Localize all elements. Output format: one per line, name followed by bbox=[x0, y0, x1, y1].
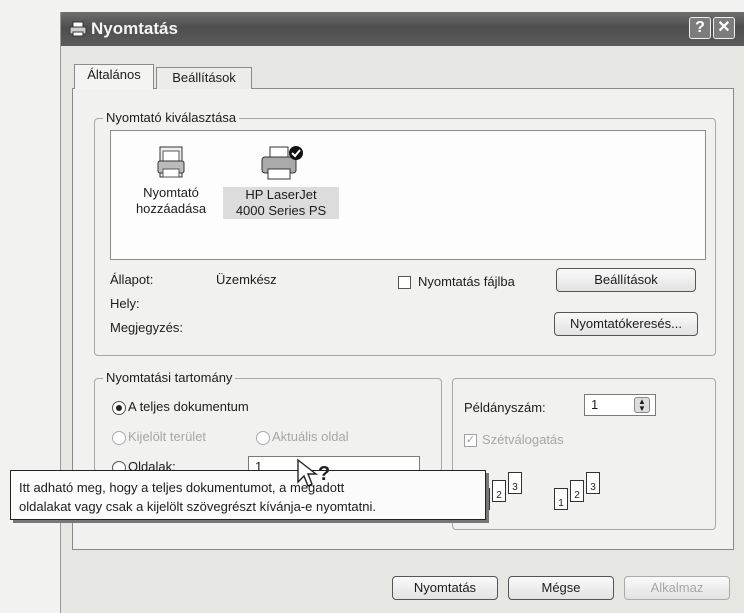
add-printer-item[interactable]: Nyomtató hozzáadása bbox=[131, 145, 211, 217]
preferences-button[interactable]: Beállítások bbox=[556, 268, 696, 292]
svg-text:?: ? bbox=[318, 463, 330, 485]
range-current-radio[interactable] bbox=[256, 431, 270, 445]
collate-checkbox[interactable]: ✓ bbox=[464, 434, 477, 447]
range-all-label: A teljes dokumentum bbox=[128, 399, 249, 414]
copies-label: Példányszám: bbox=[464, 400, 546, 415]
range-selection-label: Kijelölt terület bbox=[128, 429, 207, 444]
hp-printer-line2: 4000 Series PS bbox=[223, 203, 339, 219]
page-number: 1 bbox=[554, 488, 568, 510]
page-number: 3 bbox=[508, 472, 522, 494]
comment-label: Megjegyzés: bbox=[110, 320, 183, 335]
add-printer-line2: hozzáadása bbox=[135, 201, 207, 216]
title-bar[interactable]: Nyomtatás ? ✕ bbox=[61, 12, 744, 46]
collate-label: Szétválogatás bbox=[482, 432, 564, 447]
status-value: Üzemkész bbox=[216, 272, 277, 287]
range-selection-radio[interactable] bbox=[112, 431, 126, 445]
printer-icon bbox=[261, 146, 303, 180]
printer-list[interactable]: Nyomtató hozzáadása HP LaserJet 4000 Ser… bbox=[110, 130, 706, 260]
page-number: 2 bbox=[492, 480, 506, 502]
tooltip-line1: Itt adható meg, hogy a teljes dokumentum… bbox=[19, 480, 345, 495]
tooltip-line2: oldalakat vagy csak a kijelölt szövegrés… bbox=[19, 499, 376, 514]
close-button[interactable]: ✕ bbox=[713, 17, 735, 39]
help-tooltip: Itt adható meg, hogy a teljes dokumentum… bbox=[10, 470, 486, 520]
location-label: Hely: bbox=[110, 296, 140, 311]
page-number: 3 bbox=[586, 472, 600, 494]
tab-settings[interactable]: Beállítások bbox=[156, 67, 252, 89]
print-to-file-checkbox[interactable] bbox=[398, 276, 411, 289]
apply-button[interactable]: Alkalmaz bbox=[624, 576, 730, 600]
group-label: Nyomtatási tartomány bbox=[103, 370, 236, 385]
range-all-radio[interactable] bbox=[112, 401, 126, 415]
tab-general[interactable]: Általános bbox=[74, 64, 154, 89]
help-button[interactable]: ? bbox=[689, 17, 711, 39]
printer-icon bbox=[69, 21, 87, 37]
status-label: Állapot: bbox=[110, 272, 154, 287]
help-cursor-icon: ? bbox=[297, 458, 330, 487]
hp-printer-line1: HP LaserJet bbox=[223, 187, 339, 203]
print-button[interactable]: Nyomtatás bbox=[392, 576, 498, 600]
cancel-button[interactable]: Mégse bbox=[508, 576, 614, 600]
hp-printer-item[interactable]: HP LaserJet 4000 Series PS bbox=[223, 145, 339, 219]
add-printer-icon bbox=[157, 146, 185, 178]
range-current-label: Aktuális oldal bbox=[272, 429, 349, 444]
add-printer-line1: Nyomtató bbox=[143, 185, 199, 200]
print-to-file-label: Nyomtatás fájlba bbox=[418, 274, 515, 289]
find-printer-button[interactable]: Nyomtatókeresés... bbox=[554, 312, 698, 336]
copies-spinner[interactable]: ▲ ▼ bbox=[634, 397, 650, 413]
page-number: 2 bbox=[570, 480, 584, 502]
group-label: Nyomtató kiválasztása bbox=[103, 110, 240, 125]
window-title: Nyomtatás bbox=[91, 19, 178, 38]
collate-preview-2: 1 2 3 bbox=[554, 472, 608, 512]
